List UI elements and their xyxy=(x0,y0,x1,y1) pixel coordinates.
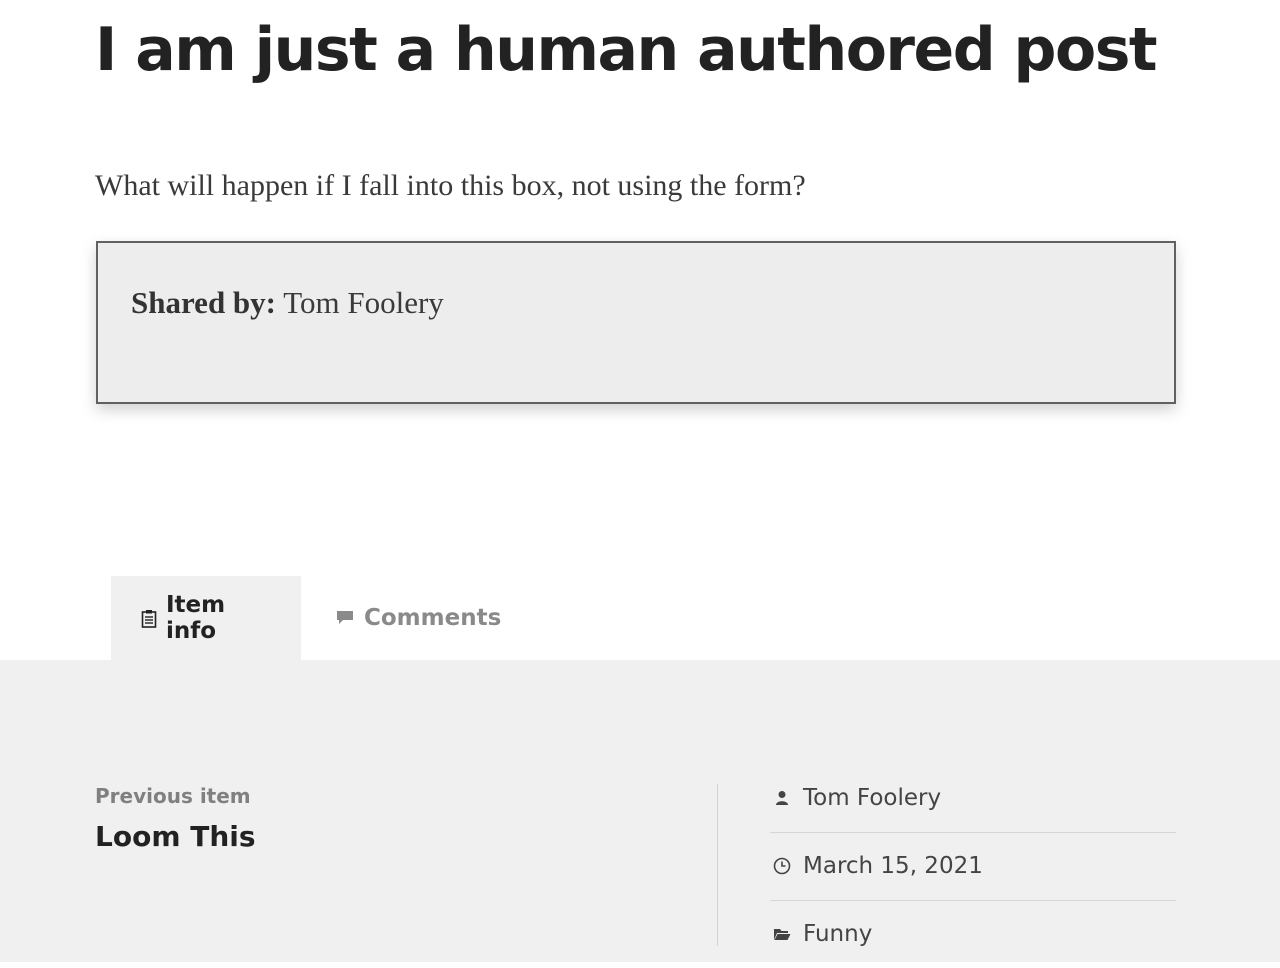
previous-item-link[interactable]: Loom This xyxy=(95,820,256,853)
post-title: I am just a human authored post xyxy=(95,15,1158,85)
post-body-text: What will happen if I fall into this box… xyxy=(95,169,806,202)
meta-category-text: Funny xyxy=(803,921,873,947)
meta-author[interactable]: Tom Foolery xyxy=(770,764,1176,833)
meta-date: March 15, 2021 xyxy=(770,832,1176,901)
shared-by-name: Tom Foolery xyxy=(283,285,444,320)
tab-comments-label: Comments xyxy=(364,605,502,631)
clock-icon xyxy=(770,857,794,875)
comment-icon xyxy=(335,609,355,627)
tab-comments[interactable]: Comments xyxy=(301,576,531,660)
folder-icon xyxy=(770,927,794,941)
item-info-panel: Previous item Loom This Tom Foolery Marc… xyxy=(0,660,1280,962)
user-icon xyxy=(770,790,794,806)
item-tabs: Item info Comments xyxy=(111,576,531,660)
column-divider xyxy=(717,784,718,946)
meta-date-text: March 15, 2021 xyxy=(803,853,983,879)
tab-item-info[interactable]: Item info xyxy=(111,576,301,660)
previous-item-label: Previous item xyxy=(95,784,251,808)
clipboard-icon xyxy=(141,609,157,628)
shared-by-box: Shared by: Tom Foolery xyxy=(96,241,1176,404)
shared-by-label: Shared by: xyxy=(131,285,276,320)
meta-author-name: Tom Foolery xyxy=(803,785,942,811)
meta-category[interactable]: Funny xyxy=(770,900,1176,968)
tab-item-info-label: Item info xyxy=(166,592,226,644)
shared-by-line: Shared by: Tom Foolery xyxy=(131,285,444,321)
